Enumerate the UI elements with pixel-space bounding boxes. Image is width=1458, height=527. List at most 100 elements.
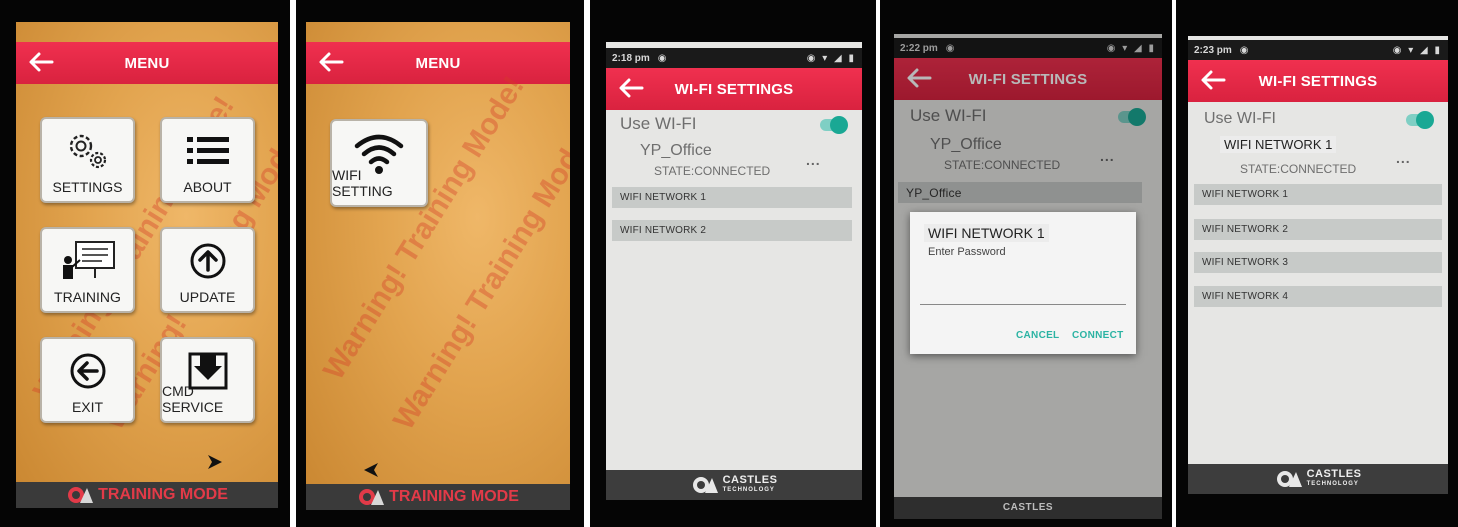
connection-state: STATE:CONNECTED xyxy=(1240,162,1357,176)
brand-subtitle: TECHNOLOGY xyxy=(1306,481,1359,487)
tile-label: TRAINING xyxy=(54,289,121,305)
about-button[interactable]: ABOUT xyxy=(160,117,255,203)
current-network-name: YP_Office xyxy=(640,142,712,159)
training-mode-footer: TRAINING MODE xyxy=(306,484,570,510)
network-list-item[interactable]: WIFI NETWORK 4 xyxy=(1194,286,1442,307)
page-title: WI-FI SETTINGS xyxy=(1258,72,1378,90)
download-box-icon xyxy=(162,345,253,397)
status-bar: 2:23 pm ◉ ◉ ▾ ◢ ▮ xyxy=(1188,40,1448,60)
exit-button[interactable]: EXIT xyxy=(40,337,135,423)
page-title: WI-FI SETTINGS xyxy=(674,80,794,98)
cmd-service-button[interactable]: CMD SERVICE xyxy=(160,337,255,423)
screen-menu: MENU Warning! Training Mode! Warning! Tr… xyxy=(306,22,570,510)
back-arrow-icon[interactable] xyxy=(28,50,54,74)
use-wifi-label: Use WI-FI xyxy=(910,106,987,125)
more-options-icon[interactable]: ... xyxy=(1396,150,1411,166)
header-bar: MENU xyxy=(16,42,278,84)
cancel-button[interactable]: CANCEL xyxy=(1016,330,1059,341)
tile-label: UPDATE xyxy=(179,289,236,305)
back-arrow-icon[interactable] xyxy=(1200,68,1226,92)
page-title: WI-FI SETTINGS xyxy=(968,70,1088,88)
settings-button[interactable]: SETTINGS xyxy=(40,117,135,203)
wifi-setting-button[interactable]: WIFI SETTING xyxy=(330,119,428,207)
password-dialog: WIFI NETWORK 1 Enter Password CANCEL CON… xyxy=(910,212,1136,354)
castles-footer: CASTLES TECHNOLOGY xyxy=(1188,464,1448,494)
screen-wifi-settings: 2:23 pm ◉ ◉ ▾ ◢ ▮ WI-FI SETTINGS Use WI-… xyxy=(1188,36,1448,494)
dialog-title: WIFI NETWORK 1 xyxy=(924,224,1049,242)
upload-arrow-icon xyxy=(162,235,253,287)
notification-icon: ◉ xyxy=(945,42,955,54)
header-bar: WI-FI SETTINGS xyxy=(1188,60,1448,102)
tile-label: EXIT xyxy=(71,399,104,415)
page-title: MENU xyxy=(124,54,170,72)
castles-footer: CASTLES xyxy=(894,497,1162,519)
network-list-item[interactable]: WIFI NETWORK 2 xyxy=(1194,219,1442,240)
header-bar: MENU xyxy=(306,42,570,84)
exit-arrow-icon xyxy=(42,345,133,397)
header-bar: WI-FI SETTINGS xyxy=(606,68,862,110)
more-options-icon[interactable]: ... xyxy=(1100,148,1115,164)
tile-label: ABOUT xyxy=(183,179,232,195)
photo-panel-wifi-connected: 2:23 pm ◉ ◉ ▾ ◢ ▮ WI-FI SETTINGS Use WI-… xyxy=(1176,0,1458,527)
back-arrow-icon[interactable] xyxy=(618,76,644,100)
password-input[interactable] xyxy=(920,304,1126,305)
connection-state: STATE:CONNECTED xyxy=(654,164,771,178)
connection-state: STATE:CONNECTED xyxy=(944,158,1061,172)
more-options-icon[interactable]: ... xyxy=(806,152,821,168)
use-wifi-label: Use WI-FI xyxy=(620,114,697,133)
wifi-toggle[interactable] xyxy=(1118,108,1146,126)
network-list-item[interactable]: WIFI NETWORK 1 xyxy=(612,187,852,208)
network-list-item[interactable]: WIFI NETWORK 1 xyxy=(1194,184,1442,205)
training-mode-label: TRAINING MODE xyxy=(98,486,228,503)
back-arrow-icon[interactable] xyxy=(318,50,344,74)
photo-panel-password-dialog: 2:22 pm ◉ ◉ ▾ ◢ ▮ WI-FI SETTINGS Use WI-… xyxy=(880,0,1172,527)
tile-label: SETTINGS xyxy=(52,179,123,195)
photo-panel-wifi-settings: 2:18 pm ◉ ◉ ▾ ◢ ▮ WI-FI SETTINGS Use WI-… xyxy=(590,0,876,527)
presentation-icon xyxy=(42,235,133,287)
training-watermark: Warning! Training Mode! xyxy=(317,70,531,386)
training-mode-footer: TRAINING MODE xyxy=(16,482,278,508)
castles-logo-icon xyxy=(1275,470,1303,488)
training-button[interactable]: TRAINING xyxy=(40,227,135,313)
castles-logo-icon xyxy=(691,476,719,494)
wifi-toggle[interactable] xyxy=(1406,111,1434,129)
status-time: 2:22 pm xyxy=(900,42,938,54)
use-wifi-label: Use WI-FI xyxy=(1204,110,1276,127)
status-time: 2:18 pm xyxy=(612,52,650,64)
current-network-name: WIFI NETWORK 1 xyxy=(1220,136,1337,153)
signal-battery-icon: ◉ ▾ ◢ ▮ xyxy=(806,52,856,64)
network-list-item[interactable]: WIFI NETWORK 3 xyxy=(1194,252,1442,273)
photo-panel-menu-wifi: MENU Warning! Training Mode! Warning! Tr… xyxy=(296,0,584,527)
network-list-item[interactable]: YP_Office xyxy=(898,182,1142,203)
signal-battery-icon: ◉ ▾ ◢ ▮ xyxy=(1106,42,1156,54)
update-button[interactable]: UPDATE xyxy=(160,227,255,313)
castles-logo-icon xyxy=(357,488,385,506)
wifi-toggle[interactable] xyxy=(820,116,848,134)
screen-menu: MENU Warning! Training Mode! Warning! Tr… xyxy=(16,22,278,508)
brand-subtitle: TECHNOLOGY xyxy=(722,487,775,493)
castles-footer: CASTLES TECHNOLOGY xyxy=(606,470,862,500)
notification-icon: ◉ xyxy=(657,52,667,64)
status-time: 2:23 pm xyxy=(1194,44,1232,56)
current-network-name: YP_Office xyxy=(930,136,1002,153)
wifi-icon xyxy=(332,127,426,179)
connect-button[interactable]: CONNECT xyxy=(1072,330,1124,341)
castles-logo-icon xyxy=(66,486,94,504)
photo-panel-menu: MENU Warning! Training Mode! Warning! Tr… xyxy=(0,0,290,527)
signal-battery-icon: ◉ ▾ ◢ ▮ xyxy=(1392,44,1442,56)
notification-icon: ◉ xyxy=(1239,44,1249,56)
next-page-arrow-icon[interactable] xyxy=(206,454,224,475)
status-bar: 2:18 pm ◉ ◉ ▾ ◢ ▮ xyxy=(606,48,862,68)
previous-page-arrow-icon[interactable] xyxy=(362,462,380,483)
training-mode-label: TRAINING MODE xyxy=(389,488,519,505)
brand-name: CASTLES xyxy=(1002,502,1054,513)
back-arrow-icon[interactable] xyxy=(906,66,932,90)
list-icon xyxy=(162,125,253,177)
status-bar: 2:22 pm ◉ ◉ ▾ ◢ ▮ xyxy=(894,38,1162,58)
page-title: MENU xyxy=(415,54,461,72)
header-bar: WI-FI SETTINGS xyxy=(894,58,1162,100)
gears-icon xyxy=(42,125,133,177)
password-hint: Enter Password xyxy=(928,246,1006,258)
network-list-item[interactable]: WIFI NETWORK 2 xyxy=(612,220,852,241)
screen-wifi-settings: 2:18 pm ◉ ◉ ▾ ◢ ▮ WI-FI SETTINGS Use WI-… xyxy=(606,42,862,500)
